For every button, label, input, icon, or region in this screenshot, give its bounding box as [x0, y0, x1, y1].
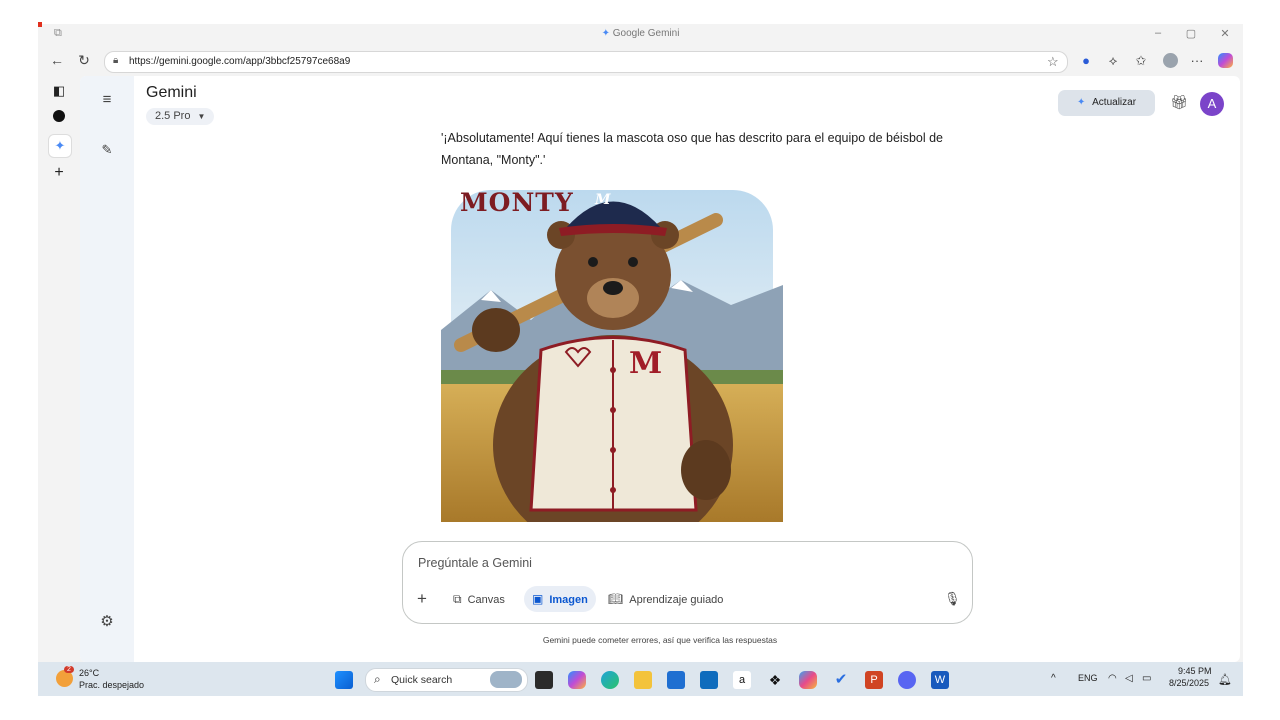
photos-icon[interactable] — [799, 671, 817, 689]
weather-badge: 2 — [64, 666, 74, 673]
tool-guided-learning-label: Aprendizaje guiado — [629, 594, 724, 606]
recording-marker — [38, 22, 42, 27]
search-icon: ⌕ — [374, 672, 381, 686]
prompt-box[interactable]: Pregúntale a Gemini + ⧉ Canvas ▣ Imagen 📖︎… — [402, 541, 973, 624]
chevron-down-icon: ▼ — [197, 112, 206, 121]
app-title: Gemini — [146, 84, 197, 101]
bear-mascot-illustration — [441, 180, 783, 522]
tool-image[interactable]: ▣ Imagen — [524, 586, 596, 612]
tool-canvas[interactable]: ⧉ Canvas — [445, 586, 513, 612]
address-bar[interactable]: 🔒︎ https://gemini.google.com/app/3bbcf25… — [104, 51, 1068, 73]
taskbar-search[interactable]: ⌕ Quick search — [365, 668, 528, 692]
close-icon[interactable]: ✕ — [1215, 27, 1235, 40]
gemini-page: ≡ ✎ ⚙ Gemini 2.5 Pro ▼ ✦ Actualizar 🎁︎ A… — [80, 76, 1240, 662]
language-indicator[interactable]: ENG — [1078, 673, 1098, 683]
show-hidden-icons-icon[interactable]: ^ — [1051, 673, 1056, 684]
generated-image[interactable]: MONTY M M — [441, 180, 783, 522]
window-title-area: ✦ Google Gemini — [38, 28, 1243, 39]
notifications-icon[interactable]: 🔔︎ — [1218, 673, 1232, 686]
model-selector[interactable]: 2.5 Pro ▼ — [146, 108, 215, 125]
microphone-icon[interactable]: 🎙︎ — [944, 591, 961, 607]
gemini-tab-icon[interactable]: ✦ — [48, 134, 72, 158]
store-icon[interactable] — [667, 671, 685, 689]
taskbar: 2 26°C Prac. despejado ⌕ Quick search a … — [38, 662, 1243, 696]
more-options-icon[interactable]: ··· — [1188, 52, 1206, 70]
clock-time[interactable]: 9:45 PM — [1178, 666, 1212, 676]
favorites-icon[interactable]: ✩ — [1132, 52, 1150, 70]
gemini-star-icon: ✦ — [1076, 97, 1086, 108]
book-icon: 📖︎ — [608, 592, 624, 606]
tool-canvas-label: Canvas — [467, 594, 505, 606]
image-overlay-title: MONTY — [460, 188, 574, 217]
clock-date[interactable]: 8/25/2025 — [1169, 678, 1209, 688]
upgrade-button[interactable]: ✦ Actualizar — [1058, 90, 1155, 116]
minimize-icon[interactable]: – — [1148, 27, 1168, 39]
outlook-icon[interactable] — [700, 671, 718, 689]
search-highlight-icon — [490, 671, 522, 688]
gift-icon[interactable]: 🎁︎ — [1170, 94, 1188, 111]
todo-icon[interactable]: ✔ — [832, 671, 850, 689]
favorite-star-icon[interactable]: ☆ — [1047, 54, 1059, 70]
browser-sidebar: ◧ ✦ + — [38, 76, 80, 662]
title-bar: ⧉ ✦ Google Gemini – ▢ ✕ — [38, 24, 1243, 46]
refresh-icon[interactable]: ↻ — [75, 52, 93, 69]
wifi-icon[interactable]: ◠ — [1108, 673, 1117, 684]
tool-image-label: Imagen — [549, 594, 588, 606]
lock-icon[interactable]: 🔒︎ — [113, 55, 118, 66]
disclaimer: Gemini puede cometer errores, así que ve… — [542, 635, 778, 645]
volume-icon[interactable]: ◁ — [1125, 673, 1133, 684]
tab-actions-icon[interactable]: ◧ — [50, 82, 68, 100]
canvas-icon: ⧉ — [453, 592, 462, 606]
weather-desc: Prac. despejado — [79, 680, 145, 690]
tool-guided-learning[interactable]: 📖︎ Aprendizaje guiado — [600, 586, 731, 612]
browser-window: ⧉ ✦ Google Gemini – ▢ ✕ ← ↻ 🔒︎ https://g… — [38, 24, 1243, 696]
openai-tab-icon[interactable] — [50, 107, 68, 125]
file-explorer-icon[interactable] — [634, 671, 652, 689]
back-icon[interactable]: ← — [48, 52, 66, 68]
extensions-icon[interactable]: ⟡ — [1104, 52, 1122, 70]
settings-icon[interactable]: ⚙ — [97, 612, 117, 632]
upgrade-label: Actualizar — [1092, 97, 1137, 108]
taskbar-search-label: Quick search — [391, 674, 453, 686]
copilot-icon[interactable] — [1216, 52, 1234, 70]
new-tab-icon[interactable]: + — [50, 164, 68, 182]
cap-letter: M — [595, 192, 611, 208]
weather-temp: 26°C — [79, 668, 100, 678]
edge-icon[interactable] — [601, 671, 619, 689]
address-row: ← ↻ 🔒︎ https://gemini.google.com/app/3bb… — [38, 46, 1243, 76]
profile-icon[interactable] — [1161, 52, 1179, 70]
prompt-input[interactable]: Pregúntale a Gemini — [418, 556, 532, 570]
word-icon[interactable]: W — [931, 671, 949, 689]
response-text: '¡Absolutamente! Aquí tienes la mascota … — [441, 131, 944, 167]
gemini-star-icon: ✦ — [601, 28, 610, 39]
battery-icon[interactable]: ▭ — [1142, 673, 1151, 684]
restore-icon[interactable]: ▢ — [1181, 27, 1201, 40]
powerpoint-icon[interactable]: P — [865, 671, 883, 689]
window-title: Google Gemini — [612, 28, 680, 39]
gemini-sidebar: ≡ ✎ ⚙ — [80, 76, 134, 662]
start-icon[interactable] — [335, 671, 353, 689]
amazon-icon[interactable]: a — [733, 671, 751, 689]
model-label: 2.5 Pro — [155, 110, 191, 122]
copilot-taskbar-icon[interactable] — [568, 671, 586, 689]
new-chat-icon[interactable]: ✎ — [97, 140, 117, 160]
dropbox-icon[interactable]: ❖ — [766, 671, 784, 689]
discord-icon[interactable] — [898, 671, 916, 689]
menu-icon[interactable]: ≡ — [97, 90, 117, 110]
add-icon[interactable]: + — [417, 589, 427, 609]
task-view-icon[interactable] — [535, 671, 553, 689]
jersey-letter: M — [629, 346, 663, 381]
address-url[interactable]: https://gemini.google.com/app/3bbcf25797… — [129, 56, 350, 67]
weather-widget[interactable]: 2 26°C Prac. despejado — [56, 666, 166, 691]
image-icon: ▣ — [532, 592, 544, 606]
avatar[interactable]: A — [1200, 92, 1224, 116]
extension-blue-icon[interactable]: ● — [1077, 52, 1095, 70]
